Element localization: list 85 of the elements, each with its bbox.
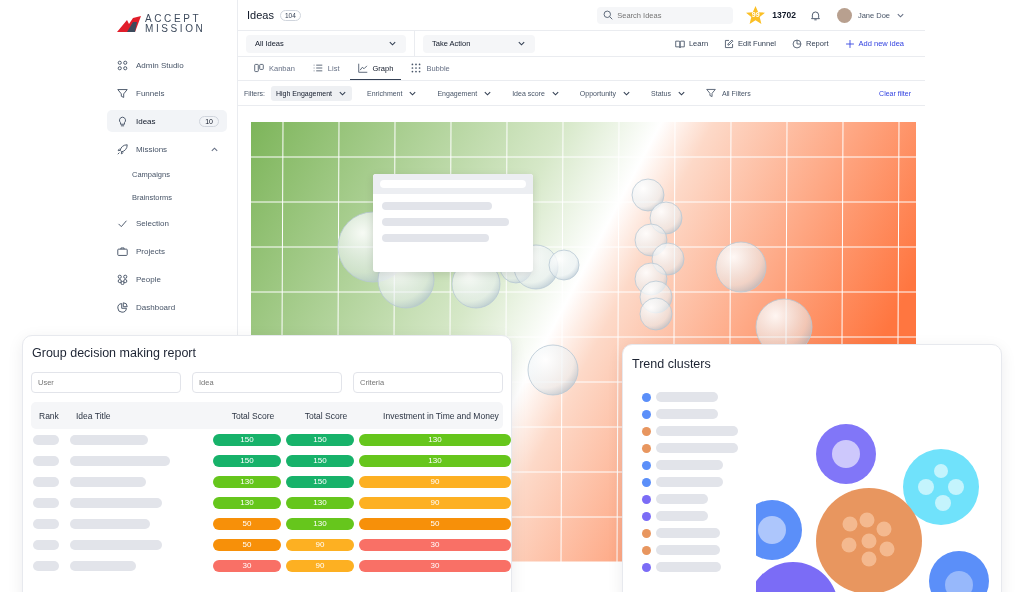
book-icon (674, 38, 685, 49)
avatar[interactable] (836, 7, 852, 23)
score-pill: 30 (359, 559, 511, 572)
column-header: Total Score (230, 410, 276, 421)
bubble (527, 344, 579, 396)
bubble (649, 201, 683, 235)
pie-chart-icon (792, 38, 803, 49)
placeholder-bar (656, 511, 708, 521)
placeholder-bar (656, 562, 721, 572)
score-pill: 150 (286, 433, 354, 446)
score-pill: 30 (359, 538, 511, 551)
score-pill: 90 (359, 496, 511, 509)
pie-chart-icon (117, 301, 128, 313)
bubble (651, 242, 685, 276)
placeholder-bar (656, 392, 718, 402)
column-header: Total Score (303, 410, 349, 421)
bubble (634, 223, 668, 257)
placeholder-bar (656, 409, 718, 419)
brand-name: MISSION (145, 24, 206, 34)
bell-icon[interactable] (809, 9, 821, 21)
dots-grid-icon (117, 59, 128, 71)
score-pill: 130 (359, 454, 511, 467)
bubble (639, 297, 673, 331)
placeholder-bar (33, 434, 59, 445)
score-pill: 130 (213, 475, 281, 488)
card-title: Group decision making report (32, 346, 197, 360)
columns-icon (254, 63, 264, 73)
score-pill: 130 (286, 496, 354, 509)
bubble (631, 178, 665, 212)
card-title: Trend clusters (632, 357, 712, 371)
score-pill: 130 (213, 496, 281, 509)
chevron-icon (517, 39, 526, 48)
placeholder-bar (33, 476, 59, 487)
sidebar-item[interactable]: Dashboard (107, 296, 227, 318)
funnel-icon (117, 87, 128, 99)
sidebar-item[interactable]: Projects (107, 240, 227, 262)
placeholder-bar (33, 455, 59, 466)
points-count: 13702 (772, 10, 796, 20)
brand-name: ACCEPT (145, 14, 203, 24)
score-pill: 50 (213, 538, 281, 551)
chevron-icon (388, 39, 397, 48)
score-pill: 130 (286, 517, 354, 530)
placeholder-bar (656, 477, 723, 487)
column-header: Investment in Time and Money (382, 410, 500, 421)
sidebar-item[interactable]: Funnels (107, 82, 227, 104)
score-pill: 150 (213, 433, 281, 446)
placeholder-bar (656, 460, 723, 470)
sidebar-item[interactable]: Admin Studio (107, 54, 227, 76)
placeholder-bar (33, 497, 59, 508)
logo-icon (117, 16, 141, 32)
score-pill: 30 (213, 559, 281, 572)
score-pill: 50 (213, 517, 281, 530)
score-pill: 150 (213, 454, 281, 467)
chevron-icon (210, 144, 219, 154)
score-pill: 130 (359, 433, 511, 446)
rocket-icon (117, 143, 128, 155)
column-header: Idea Title (76, 410, 112, 421)
placeholder-bar (656, 494, 708, 504)
line-chart-icon (357, 63, 368, 73)
score-pill: 50 (359, 517, 511, 530)
edit-icon (724, 38, 735, 49)
page-title: Ideas (247, 9, 274, 21)
bubble (715, 241, 767, 293)
sidebar-item[interactable]: Selection (107, 212, 227, 234)
people-icon (117, 273, 128, 285)
sidebar-item[interactable]: People (107, 268, 227, 290)
lightbulb-icon (117, 115, 128, 127)
score-pill: 90 (286, 559, 354, 572)
score-pill: 90 (286, 538, 354, 551)
briefcase-icon (117, 245, 128, 257)
score-pill: 150 (286, 454, 354, 467)
placeholder-bar (70, 560, 136, 571)
placeholder-bar (33, 539, 59, 550)
placeholder-bar (33, 518, 59, 529)
sidebar-item[interactable]: Missions (107, 138, 227, 160)
column-header: Rank (39, 410, 60, 421)
placeholder-bar (656, 528, 720, 538)
plus-icon (844, 38, 855, 49)
dots-grid-icon (411, 63, 422, 73)
score-pill: 150 (286, 475, 354, 488)
score-pill: 90 (359, 475, 511, 488)
funnel-icon (705, 88, 716, 98)
placeholder-bar (33, 560, 59, 571)
placeholder-bar (656, 545, 720, 555)
search-icon (603, 10, 614, 20)
